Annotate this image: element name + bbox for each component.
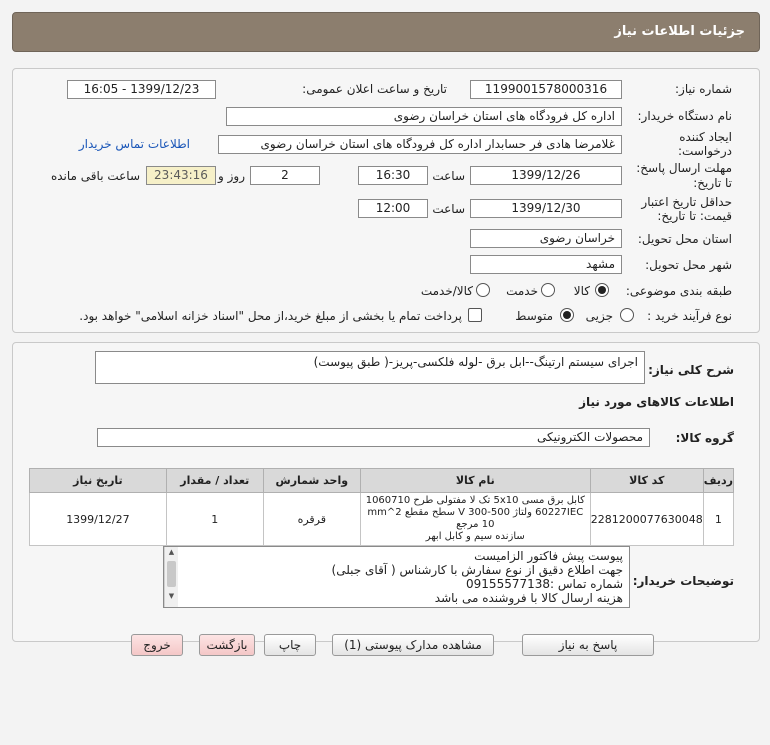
treasury-payment-note: پرداخت تمام یا بخشی از مبلغ خرید،از محل …	[79, 309, 462, 323]
table-row[interactable]: 1 2281200077630048 کابل برق مسی 5x10 تک …	[29, 492, 735, 546]
province-label: استان محل تحویل:	[637, 232, 732, 246]
deadline-date-field: 1399/12/26	[470, 166, 622, 185]
category-radio-goods-service[interactable]	[476, 283, 490, 297]
deadline-label-1: مهلت ارسال پاسخ:	[636, 161, 732, 175]
col-unit: واحد شمارش	[262, 468, 361, 493]
cell-name-line1: کابل برق مسی 5x10 تک لا مفتولی طرح 10607…	[365, 495, 585, 506]
validity-label-2: قیمت: تا تاریخ:	[657, 209, 732, 223]
buyer-note-line: جهت اطلاع دقیق از نوع سفارش با کارشناس (…	[331, 563, 623, 577]
deadline-time-label: ساعت	[432, 169, 465, 183]
time-remaining-field: 23:43:16	[146, 166, 216, 185]
validity-date-field: 1399/12/30	[470, 199, 622, 218]
col-row: ردیف	[702, 468, 735, 493]
creator-label-2: درخواست:	[678, 144, 732, 158]
buyer-notes-box[interactable]: ▲ ▼ پیوست پیش فاکتور الزامیست جهت اطلاع …	[163, 546, 630, 608]
back-button[interactable]: بازگشت	[199, 634, 255, 656]
reply-button[interactable]: پاسخ به نیاز	[522, 634, 654, 656]
goods-section-title: اطلاعات کالاهای مورد نیاز	[579, 395, 734, 409]
process-option-minor: جزیی	[585, 309, 613, 323]
process-option-medium: متوسط	[515, 309, 553, 323]
process-radio-minor[interactable]	[620, 308, 634, 322]
description-label: شرح کلی نیاز:	[648, 363, 734, 377]
cell-name: کابل برق مسی 5x10 تک لا مفتولی طرح 10607…	[359, 492, 591, 546]
window-title: جزئیات اطلاعات نیاز	[614, 24, 745, 39]
view-attachments-button[interactable]: مشاهده مدارک پیوستی (1)	[332, 634, 494, 656]
col-date: تاریخ نیاز	[29, 468, 167, 493]
province-field: خراسان رضوی	[470, 229, 622, 248]
creator-label-1: ایجاد کننده	[679, 130, 732, 144]
col-code: کد کالا	[589, 468, 704, 493]
category-option-goods: کالا	[573, 284, 590, 298]
goods-group-label: گروه کالا:	[675, 431, 734, 445]
category-radio-service[interactable]	[541, 283, 555, 297]
creator-field: غلامرضا هادی فر حسابدار اداره کل فرودگاه…	[218, 135, 622, 154]
buyer-note-line: شماره تماس :09155577138	[466, 577, 623, 591]
scroll-thumb[interactable]	[167, 561, 176, 587]
need-number-field: 1199001578000316	[470, 80, 622, 99]
buyer-notes-scrollbar[interactable]: ▲ ▼	[164, 547, 178, 607]
goods-table: ردیف کد کالا نام کالا واحد شمارش تعداد /…	[29, 468, 735, 546]
goods-table-header: ردیف کد کالا نام کالا واحد شمارش تعداد /…	[29, 468, 735, 493]
scroll-up-icon[interactable]: ▲	[165, 547, 178, 557]
category-label: طبقه بندی موضوعی:	[625, 284, 732, 298]
buyer-note-line: پیوست پیش فاکتور الزامیست	[474, 549, 623, 563]
buyer-notes-label: توضیحات خریدار:	[632, 574, 734, 588]
exit-button[interactable]: خروج	[131, 634, 183, 656]
validity-time-field: 12:00	[358, 199, 428, 218]
cell-name-line3: سازنده سیم و کابل ابهر	[425, 531, 525, 542]
col-name: نام کالا	[359, 468, 591, 493]
scroll-down-icon[interactable]: ▼	[165, 591, 178, 601]
deadline-label-2: تا تاریخ:	[693, 176, 732, 190]
print-button[interactable]: چاپ	[264, 634, 316, 656]
window-title-bar: جزئیات اطلاعات نیاز	[12, 12, 760, 52]
days-remaining-field: 2	[250, 166, 320, 185]
process-type-label: نوع فرآیند خرید :	[647, 309, 732, 323]
city-label: شهر محل تحویل:	[645, 258, 732, 272]
cell-date: 1399/12/27	[29, 492, 167, 546]
col-qty: تعداد / مقدار	[165, 468, 264, 493]
time-remaining-label: ساعت باقی مانده	[50, 169, 140, 183]
process-radio-medium[interactable]	[560, 308, 574, 322]
announce-date-field: 1399/12/23 - 16:05	[67, 80, 216, 99]
cell-code: 2281200077630048	[589, 492, 704, 546]
need-number-label: شماره نیاز:	[675, 82, 732, 96]
cell-row: 1	[702, 492, 735, 546]
category-option-goods-service: کالا/خدمت	[420, 284, 473, 298]
announce-date-label: تاریخ و ساعت اعلان عمومی:	[302, 82, 447, 96]
goods-group-field: محصولات الکترونیکی	[97, 428, 650, 447]
cell-qty: 1	[165, 492, 264, 546]
validity-label-1: حداقل تاریخ اعتبار	[641, 195, 732, 209]
description-field: اجرای سیستم ارتینگ--ابل برق -لوله فلکسی-…	[95, 351, 645, 384]
buyer-org-field: اداره کل فرودگاه های استان خراسان رضوی	[226, 107, 622, 126]
cell-name-line2: 60227IEC ولتاژ V 300-500 سطح مقطع mm^2 1…	[367, 507, 584, 530]
buyer-note-line: هزینه ارسال کالا با فروشنده می باشد	[434, 591, 623, 605]
buyer-org-label: نام دستگاه خریدار:	[637, 109, 733, 123]
deadline-time-field: 16:30	[358, 166, 428, 185]
treasury-payment-checkbox[interactable]	[468, 308, 482, 322]
days-label: روز و	[218, 169, 245, 183]
city-field: مشهد	[470, 255, 622, 274]
buyer-contact-link[interactable]: اطلاعات تماس خریدار	[79, 137, 190, 151]
cell-unit: قرقره	[262, 492, 361, 546]
validity-time-label: ساعت	[432, 202, 465, 216]
category-radio-goods[interactable]	[595, 283, 609, 297]
category-option-service: خدمت	[506, 284, 538, 298]
